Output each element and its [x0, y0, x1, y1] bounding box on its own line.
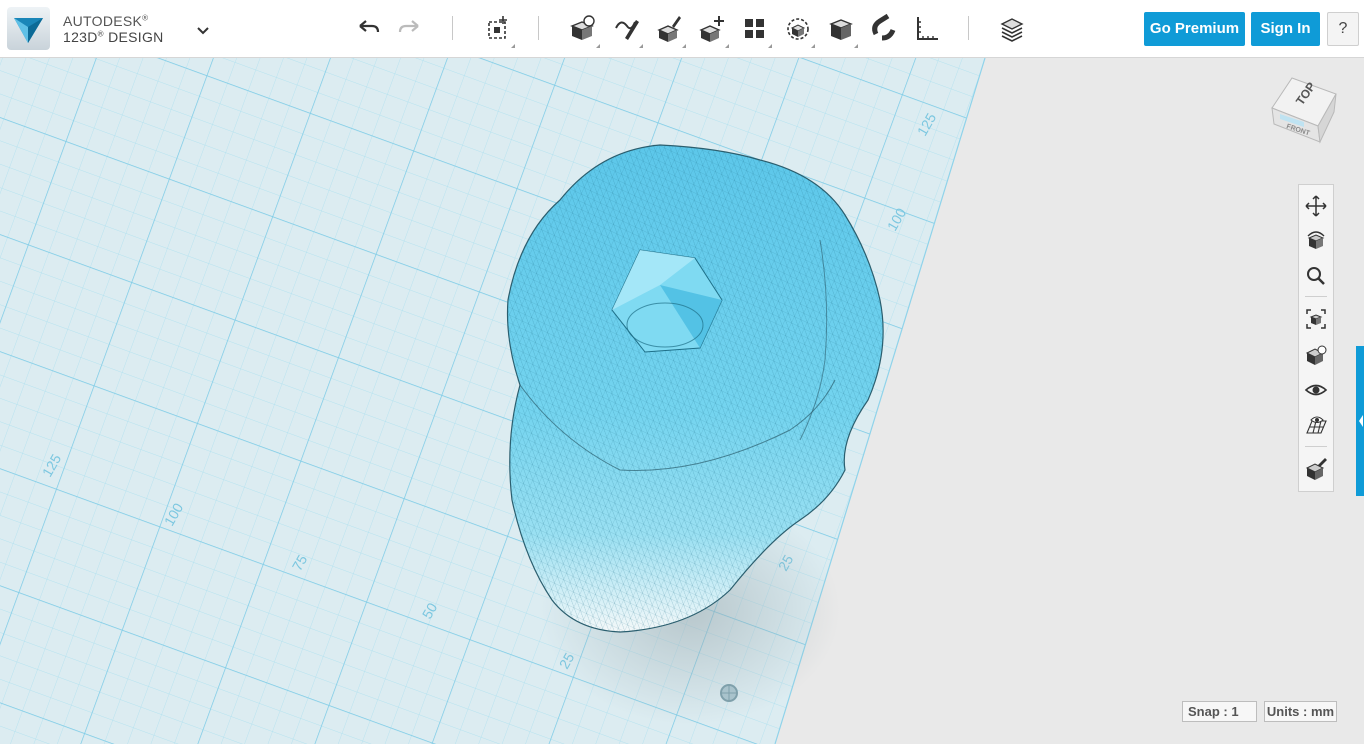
transform-icon — [488, 16, 507, 39]
material-button[interactable] — [997, 12, 1027, 44]
nav-divider — [1305, 446, 1327, 447]
pattern-icon — [745, 19, 764, 38]
orbit-icon — [1307, 231, 1325, 249]
fit-icon — [1306, 309, 1326, 329]
views-icon — [1305, 345, 1327, 365]
construct-button[interactable] — [654, 12, 686, 48]
views-button[interactable] — [1304, 343, 1328, 367]
transform-button[interactable] — [483, 12, 515, 48]
zoom-icon — [1307, 267, 1325, 285]
material-view-button[interactable] — [1304, 457, 1328, 481]
logo-icon — [14, 18, 43, 43]
modify-button[interactable] — [697, 12, 729, 48]
brand-product: 123D® DESIGN — [63, 29, 164, 45]
pan-button[interactable] — [1304, 194, 1328, 218]
brand-autodesk: AUTODESK® — [63, 13, 149, 29]
combine-icon — [829, 19, 853, 40]
redo-button[interactable] — [396, 12, 426, 44]
grouping-icon — [787, 18, 809, 40]
primitives-button[interactable] — [568, 12, 600, 48]
sign-in-button[interactable]: Sign In — [1251, 12, 1320, 46]
snap-icon — [872, 13, 896, 41]
orbit-button[interactable] — [1304, 228, 1328, 252]
pan-icon — [1305, 195, 1327, 217]
construct-icon — [657, 16, 681, 42]
nav-divider — [1305, 296, 1327, 297]
measure-icon — [917, 17, 938, 40]
viewport-canvas[interactable]: 125 100 75 50 25 125 100 25 — [0, 58, 1364, 744]
fit-button[interactable] — [1304, 307, 1328, 331]
snap-setting[interactable]: Snap : 1 — [1182, 701, 1257, 722]
navigation-bar — [1298, 184, 1334, 492]
sketch-icon — [615, 20, 639, 40]
undo-button[interactable] — [354, 12, 384, 44]
units-setting[interactable]: Units : mm — [1264, 701, 1337, 722]
grid-eye-icon — [1306, 416, 1327, 434]
grouping-button[interactable] — [783, 12, 815, 48]
app-logo[interactable] — [7, 7, 50, 50]
go-premium-button[interactable]: Go Premium — [1144, 12, 1245, 46]
side-panel-toggle[interactable] — [1356, 346, 1364, 496]
snap-button[interactable] — [868, 12, 898, 44]
material-view-icon — [1305, 458, 1327, 480]
top-toolbar: AUTODESK® 123D® DESIGN Go Premium Sign I… — [0, 0, 1364, 58]
eye-icon — [1304, 384, 1328, 396]
chevron-left-icon — [1359, 415, 1363, 427]
toolbar-divider — [538, 16, 539, 40]
main-menu-chevron-down-icon[interactable] — [195, 22, 211, 38]
primitives-icon — [570, 15, 595, 40]
modify-icon — [699, 16, 724, 42]
visibility-button[interactable] — [1304, 378, 1328, 402]
undo-icon — [359, 20, 380, 33]
toolbar-divider — [968, 16, 969, 40]
combine-button[interactable] — [826, 12, 858, 48]
redo-icon — [398, 20, 419, 33]
grid-visibility-button[interactable] — [1304, 413, 1328, 437]
viewcube[interactable]: TOP FRONT — [1264, 72, 1340, 152]
zoom-button[interactable] — [1304, 264, 1328, 288]
material-icon — [1000, 18, 1024, 42]
help-button[interactable]: ? — [1327, 12, 1359, 46]
measure-button[interactable] — [911, 12, 941, 44]
toolbar-divider — [452, 16, 453, 40]
sketch-button[interactable] — [611, 12, 643, 48]
pattern-button[interactable] — [740, 12, 772, 48]
